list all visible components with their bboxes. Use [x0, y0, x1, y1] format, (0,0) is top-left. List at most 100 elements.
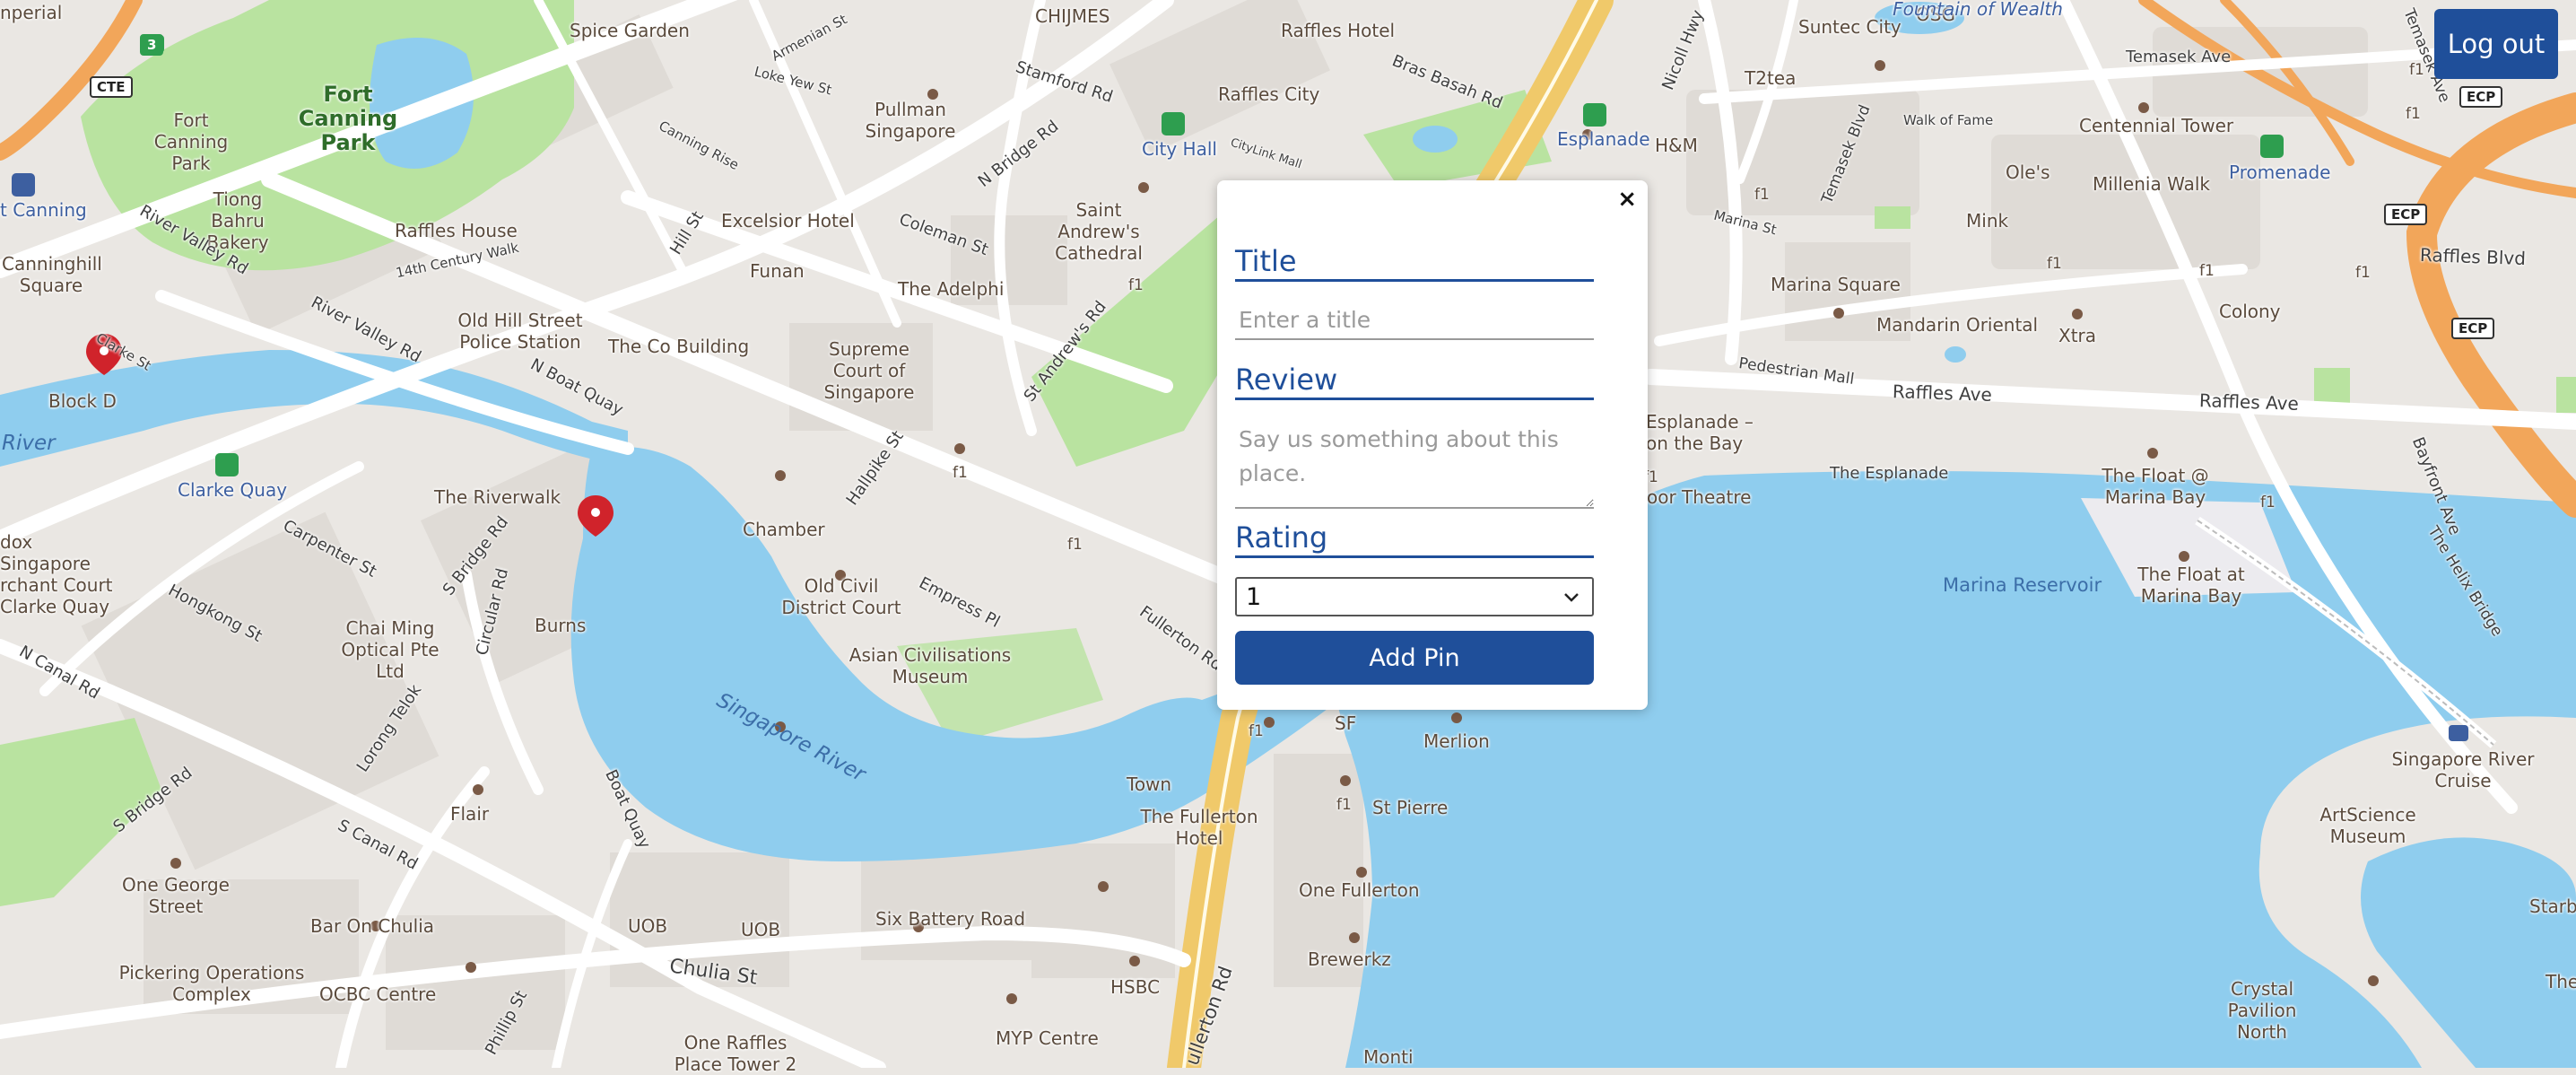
f1-label: f1 — [2406, 105, 2421, 123]
place-label: Centennial Tower — [2079, 115, 2234, 136]
place-label: Monti — [1363, 1046, 1414, 1068]
place-label: MYP Centre — [996, 1027, 1099, 1049]
rating-label: Rating — [1235, 520, 1594, 558]
place-label: Supreme Court of Singapore — [823, 338, 915, 403]
place-label: Crystal Pavilion North — [2227, 978, 2297, 1043]
place-label: Bar On Chulia — [310, 915, 435, 937]
place-label: SF — [1335, 712, 1357, 734]
place-label: Pullman Singapore — [865, 99, 956, 142]
place-label: Chamber — [743, 519, 825, 540]
place-label: OCBC Centre — [319, 983, 437, 1005]
road-label: Raffles Ave — [2198, 389, 2300, 415]
f1-label: f1 — [2199, 262, 2215, 280]
station-label: City Hall — [1142, 138, 1217, 160]
place-label: Starbu — [2529, 896, 2576, 917]
place-label: Xtra — [2058, 325, 2097, 346]
place-label: Excelsior Hotel — [721, 210, 855, 232]
add-pin-popup: × Title Review Rating 1 Add Pin — [1217, 180, 1648, 710]
place-label: Merlion — [1423, 730, 1490, 752]
title-input[interactable] — [1235, 301, 1594, 340]
place-label: Raffles Hotel — [1281, 20, 1396, 41]
place-label: St Pierre — [1372, 797, 1449, 818]
road-label: The Esplanade — [1830, 464, 1949, 483]
f1-label: f1 — [953, 464, 968, 482]
place-label: nperial — [0, 2, 63, 23]
place-label: UOB — [628, 915, 668, 937]
expressway-shield: ECP — [2384, 204, 2428, 225]
place-label: UOB — [741, 919, 781, 940]
place-label: One George Street — [122, 874, 230, 917]
place-label: Esplanade – on the Bay — [1646, 411, 1754, 454]
expressway-shield: ECP — [2451, 318, 2495, 339]
place-label: The Adelphi — [898, 278, 1005, 300]
rating-select[interactable]: 1 — [1235, 577, 1594, 616]
place-label: The — [2546, 971, 2576, 992]
place-label: Mink — [1966, 210, 2009, 232]
f1-label: f1 — [2355, 264, 2371, 282]
f1-label: f1 — [1128, 276, 1144, 294]
place-label: dox Singapore rchant Court Clarke Quay — [0, 531, 113, 617]
place-label: Canninghill Square — [2, 253, 102, 296]
add-pin-button[interactable]: Add Pin — [1235, 631, 1594, 685]
water-label: Marina Reservoir — [1943, 574, 2102, 596]
station-label: Clarke Quay — [178, 479, 288, 501]
place-label: H&M — [1655, 135, 1698, 156]
title-label: Title — [1235, 243, 1594, 282]
rating-value: 1 — [1246, 582, 1262, 611]
place-label: Marina Square — [1771, 274, 1901, 295]
chevron-down-icon — [1564, 593, 1579, 602]
place-label: Old Hill Street Police Station — [457, 310, 583, 353]
place-label: Fort Canning Park — [153, 109, 229, 174]
place-label: ArtScience Museum — [2319, 804, 2416, 847]
place-label: Fountain of Wealth — [1893, 0, 2063, 20]
place-label: Millenia Walk — [2093, 173, 2210, 195]
place-label: T2tea — [1745, 67, 1797, 89]
place-label: Pickering Operations Complex — [118, 962, 305, 1005]
place-label: Burns — [535, 615, 587, 636]
close-icon[interactable]: × — [1617, 186, 1637, 213]
place-label: Suntec City — [1798, 16, 1902, 38]
f1-label: f1 — [1067, 536, 1083, 554]
review-textarea[interactable] — [1235, 419, 1594, 509]
place-label: The Float at Marina Bay — [2137, 564, 2245, 607]
place-label: Town — [1127, 773, 1172, 795]
park-label: Fort Canning Park — [298, 82, 398, 155]
f1-label: f1 — [1249, 722, 1264, 740]
place-label: Old Civil District Court — [781, 575, 901, 618]
route-shield: 3 — [140, 34, 164, 56]
place-label: Flair — [450, 803, 490, 825]
place-label: Brewerkz — [1308, 948, 1391, 970]
f1-label: f1 — [1754, 186, 1770, 204]
station-label: Promenade — [2229, 162, 2331, 183]
place-label: The Float @ Marina Bay — [2102, 465, 2209, 508]
place-label: One Raffles Place Tower 2 — [674, 1032, 797, 1075]
road-label: Walk of Fame — [1903, 112, 1994, 128]
place-label: CHIJMES — [1035, 5, 1110, 27]
place-label: Saint Andrew's Cathedral — [1055, 199, 1143, 264]
station-label: t Canning — [0, 199, 87, 221]
place-label: Colony — [2219, 301, 2281, 322]
road-label: Temasek Ave — [2126, 48, 2232, 66]
expressway-shield: CTE — [90, 76, 133, 98]
place-label: Six Battery Road — [875, 908, 1026, 930]
f1-label: f1 — [2260, 494, 2276, 511]
place-label: Funan — [750, 260, 805, 282]
place-label: Block D — [48, 390, 117, 412]
place-label: Mandarin Oriental — [1876, 314, 2039, 336]
place-label: The Riverwalk — [434, 486, 561, 508]
water-label: River — [2, 432, 56, 455]
place-label: The Fullerton Hotel — [1140, 806, 1258, 849]
f1-label: f1 — [1336, 796, 1352, 814]
expressway-shield: ECP — [2459, 86, 2503, 108]
place-label: Raffles House — [395, 220, 518, 241]
place-label: Singapore River Cruise — [2391, 748, 2535, 791]
place-label: One Fullerton — [1299, 879, 1420, 901]
place-label: Ole's — [2006, 162, 2050, 183]
place-label: oor Theatre — [1647, 486, 1752, 508]
place-label: HSBC — [1110, 976, 1161, 998]
place-label: Raffles City — [1218, 83, 1320, 105]
road-label: Raffles Ave — [1892, 380, 1993, 406]
logout-button[interactable]: Log out — [2434, 9, 2558, 79]
station-label: Esplanade — [1557, 128, 1650, 150]
f1-label: f1 — [2047, 255, 2062, 273]
